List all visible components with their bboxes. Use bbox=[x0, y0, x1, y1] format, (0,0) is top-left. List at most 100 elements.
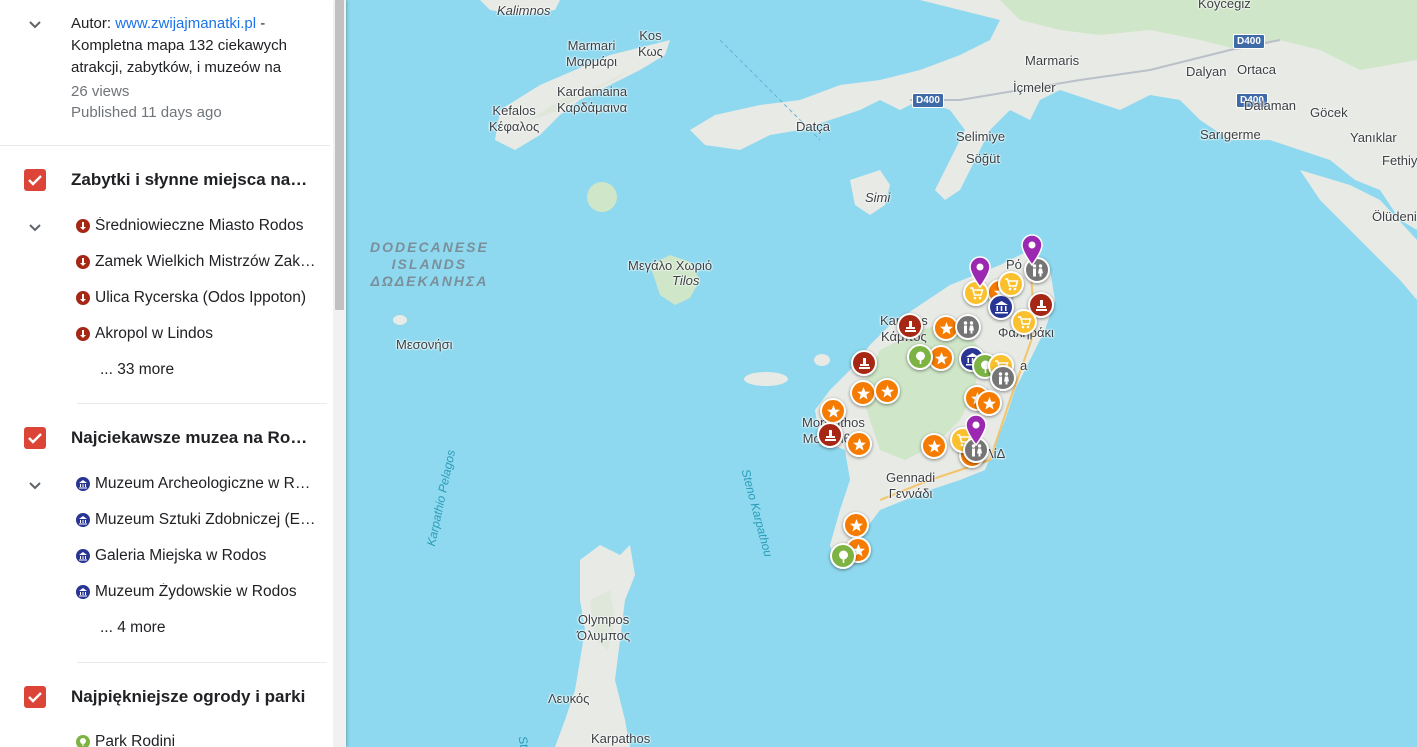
list-item-label: Zamek Wielkich Mistrzów Zakonu Joannitów bbox=[95, 253, 316, 270]
sea-label: Ste bbox=[515, 734, 533, 747]
place-label: Fethiy bbox=[1382, 153, 1417, 168]
place-label: Simi bbox=[865, 190, 891, 205]
place-label: Kardamaina Καρδάμαινα bbox=[557, 84, 628, 115]
place-label: Λευκός bbox=[548, 691, 590, 706]
cart-icon bbox=[1017, 315, 1032, 328]
monument-icon bbox=[824, 429, 836, 441]
pin-icon bbox=[965, 414, 987, 447]
list-item-label: Muzeum Żydowskie w Rodos bbox=[95, 583, 297, 600]
list-item-label: Park Rodini bbox=[95, 733, 176, 747]
star-icon bbox=[982, 396, 996, 409]
list-item[interactable]: Park Rodini bbox=[76, 732, 316, 747]
map-marker-attraction[interactable] bbox=[976, 390, 1002, 416]
list-item-label: Galeria Miejska w Rodos bbox=[95, 547, 267, 564]
divider bbox=[77, 662, 327, 663]
list-item-label: Akropol w Lindos bbox=[95, 325, 214, 342]
map-marker-shopping[interactable] bbox=[998, 271, 1024, 297]
list-item[interactable]: Galeria Miejska w Rodos bbox=[76, 546, 316, 566]
place-label: Kefalos Κέφαλος bbox=[489, 103, 540, 134]
place-label: Marmari Μαρμάρι bbox=[566, 38, 618, 69]
museum-icon bbox=[994, 300, 1008, 313]
layer-title-gardens[interactable]: Najpiękniejsze ogrody i parki bbox=[71, 687, 311, 707]
place-label: Marmaris bbox=[1025, 53, 1080, 68]
people-icon bbox=[963, 320, 974, 333]
monument-icon bbox=[904, 320, 916, 332]
map-marker-toilet[interactable] bbox=[990, 365, 1016, 391]
map-marker-monument[interactable] bbox=[817, 422, 843, 448]
map-marker-pin[interactable] bbox=[968, 256, 992, 289]
layer-title-monuments[interactable]: Zabytki i słynne miejsca na Rodos bbox=[71, 170, 311, 190]
map-marker-attraction[interactable] bbox=[846, 431, 872, 457]
pin-icon bbox=[969, 256, 991, 289]
place-label: Selimiye bbox=[956, 129, 1006, 144]
tree-icon bbox=[915, 351, 925, 364]
map-marker-museum[interactable] bbox=[988, 294, 1014, 320]
star-icon bbox=[852, 437, 866, 450]
place-label: Ortaca bbox=[1237, 62, 1277, 77]
sidebar-panel: Autor: www.zwijajmanatki.pl - Kompletna … bbox=[0, 0, 346, 747]
road-shield: D400 bbox=[912, 93, 944, 108]
layer-checkbox-museums[interactable] bbox=[24, 427, 46, 449]
museum-icon bbox=[76, 513, 90, 527]
monument-icon bbox=[76, 327, 90, 341]
place-label: Gennadi Γεννάδι bbox=[886, 470, 936, 501]
sidebar-scrollbar[interactable] bbox=[333, 0, 346, 747]
map-marker-garden[interactable] bbox=[830, 543, 856, 569]
layer-title-museums[interactable]: Najciekawsze muzea na Rodos bbox=[71, 428, 311, 448]
place-label: Datça bbox=[796, 119, 830, 134]
road-shield: D400 bbox=[1233, 34, 1265, 49]
list-item[interactable]: Akropol w Lindos bbox=[76, 324, 316, 344]
place-label: Yanıklar bbox=[1350, 130, 1397, 145]
map-marker-pin[interactable] bbox=[1020, 234, 1044, 267]
list-item-label: Muzeum Archeologiczne w Rodos bbox=[95, 475, 316, 492]
list-item[interactable]: Muzeum Żydowskie w Rodos bbox=[76, 582, 316, 602]
map-marker-monument[interactable] bbox=[897, 313, 923, 339]
list-item[interactable]: Zamek Wielkich Mistrzów Zakonu Joannitów bbox=[76, 252, 316, 272]
map-marker-garden[interactable] bbox=[907, 344, 933, 370]
place-label: Olympos Όλυμπος bbox=[577, 612, 631, 643]
land-islet bbox=[744, 372, 788, 386]
place-label: İçmeler bbox=[1013, 80, 1056, 95]
star-icon bbox=[939, 321, 953, 334]
author-link[interactable]: www.zwijajmanatki.pl bbox=[115, 15, 256, 32]
map-marker-attraction[interactable] bbox=[820, 398, 846, 424]
layer-checkbox-gardens[interactable] bbox=[24, 686, 46, 708]
collapse-layer-chevron-icon[interactable] bbox=[27, 477, 43, 493]
divider bbox=[77, 403, 327, 404]
map-marker-attraction[interactable] bbox=[874, 378, 900, 404]
layer-checkbox-monuments[interactable] bbox=[24, 169, 46, 191]
list-item[interactable]: Średniowieczne Miasto Rodos bbox=[76, 216, 316, 236]
people-icon bbox=[998, 371, 1009, 384]
map-marker-toilet[interactable] bbox=[955, 314, 981, 340]
list-item-label: Muzeum Sztuki Zdobniczej (Etnograficzne) bbox=[95, 511, 316, 528]
collapse-layer-chevron-icon[interactable] bbox=[27, 219, 43, 235]
place-label: Μεγάλο Χωριό bbox=[628, 258, 713, 273]
map-description: Autor: www.zwijajmanatki.pl - Kompletna … bbox=[71, 13, 316, 79]
list-item[interactable]: Muzeum Sztuki Zdobniczej (Etnograficzne) bbox=[76, 510, 316, 530]
region-label: DODECANESE ISLANDS ΔΩΔΕΚΑΝΗΣΑ bbox=[370, 239, 489, 289]
show-more-link[interactable]: ... 33 more bbox=[100, 361, 174, 379]
scrollbar-thumb[interactable] bbox=[335, 0, 344, 310]
monument-icon bbox=[858, 357, 870, 369]
land-nisyros bbox=[587, 182, 617, 212]
place-label: Karpathos bbox=[591, 731, 651, 746]
map-marker-attraction[interactable] bbox=[850, 380, 876, 406]
list-item-label: Średniowieczne Miasto Rodos bbox=[95, 217, 304, 234]
author-prefix: Autor: bbox=[71, 15, 112, 32]
list-item[interactable]: Ulica Rycerska (Odos Ippoton) bbox=[76, 288, 316, 308]
map-marker-shopping[interactable] bbox=[1011, 309, 1037, 335]
divider bbox=[0, 145, 330, 146]
map-marker-pin[interactable] bbox=[964, 414, 988, 447]
map-marker-attraction[interactable] bbox=[843, 512, 869, 538]
description-text: Kompletna mapa 132 ciekawych atrakcji, z… bbox=[71, 37, 287, 76]
map-marker-monument[interactable] bbox=[851, 350, 877, 376]
list-item[interactable]: Muzeum Archeologiczne w Rodos bbox=[76, 474, 316, 494]
map-marker-attraction[interactable] bbox=[921, 433, 947, 459]
tree-icon bbox=[76, 735, 90, 747]
museum-icon bbox=[76, 477, 90, 491]
place-label: a bbox=[1020, 358, 1028, 373]
star-icon bbox=[934, 351, 948, 364]
collapse-description-chevron-icon[interactable] bbox=[27, 16, 43, 32]
place-label: Tilos bbox=[672, 273, 700, 288]
show-more-link[interactable]: ... 4 more bbox=[100, 619, 165, 637]
